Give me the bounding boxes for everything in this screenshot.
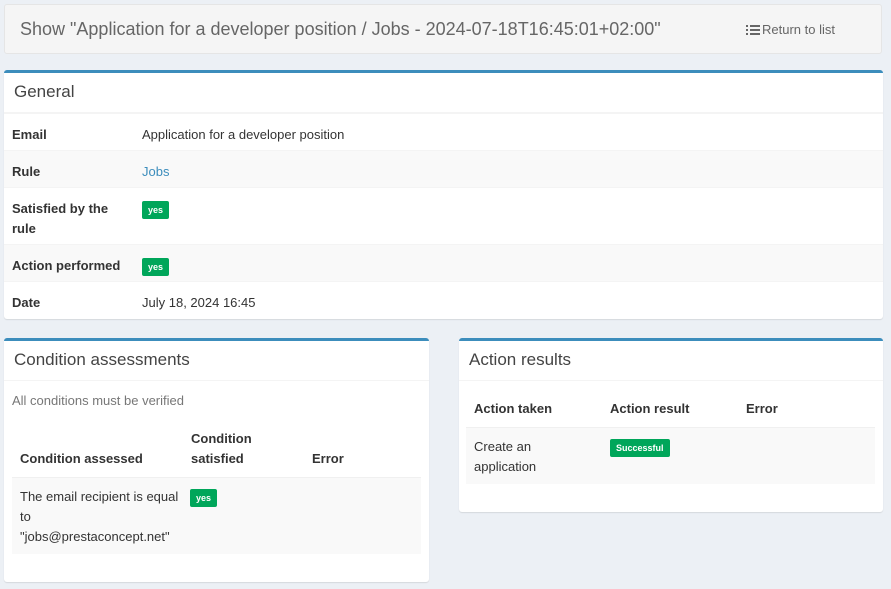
action-results-panel: Action results Action taken Action resul… <box>459 338 883 512</box>
action-performed-row: Action performed yes <box>4 244 883 281</box>
list-icon <box>746 25 760 35</box>
action-result-badge: Successful <box>610 439 670 457</box>
date-row: Date July 18, 2024 16:45 <box>4 281 883 318</box>
column-header-condition-satisfied: Condition satisfied <box>191 431 252 466</box>
column-header-action-error: Error <box>746 401 778 416</box>
condition-assessments-title: Condition assessments <box>4 341 429 381</box>
table-row: The email recipient is equal to "jobs@pr… <box>12 477 421 554</box>
condition-assessments-panel: Condition assessments All conditions mus… <box>4 338 429 582</box>
condition-satisfied-badge: yes <box>190 489 218 507</box>
column-header-action-result: Action result <box>610 401 690 416</box>
email-row: Email Application for a developer positi… <box>4 113 883 150</box>
conditions-hint: All conditions must be verified <box>12 393 184 408</box>
action-results-title: Action results <box>459 341 883 381</box>
general-panel: General Email Application for a develope… <box>4 70 883 319</box>
date-label: Date <box>12 295 41 310</box>
rule-label: Rule <box>12 164 41 179</box>
action-performed-badge: yes <box>142 258 170 276</box>
column-header-condition-assessed: Condition assessed <box>20 451 143 466</box>
page-title: Show "Application for a developer positi… <box>20 19 661 39</box>
satisfied-row: Satisfied by the rule yes <box>4 187 883 244</box>
column-header-error: Error <box>312 451 344 466</box>
page-header: Show "Application for a developer positi… <box>4 4 882 54</box>
email-value: Application for a developer position <box>142 127 345 142</box>
rule-row: Rule Jobs <box>4 150 883 187</box>
condition-assessed-cell: The email recipient is equal to "jobs@pr… <box>20 489 179 544</box>
date-value: July 18, 2024 16:45 <box>142 295 256 310</box>
return-to-list-label: Return to list <box>762 22 835 37</box>
satisfied-badge: yes <box>142 201 170 219</box>
rule-link[interactable]: Jobs <box>142 164 169 179</box>
email-label: Email <box>12 127 47 142</box>
column-header-action-taken: Action taken <box>474 401 553 416</box>
action-taken-cell: Create an application <box>474 439 537 474</box>
general-panel-title: General <box>4 73 883 113</box>
satisfied-label: Satisfied by the rule <box>12 201 109 236</box>
action-performed-label: Action performed <box>12 258 121 273</box>
table-row: Create an application Successful <box>466 427 875 484</box>
return-to-list-link[interactable]: Return to list <box>746 22 835 37</box>
